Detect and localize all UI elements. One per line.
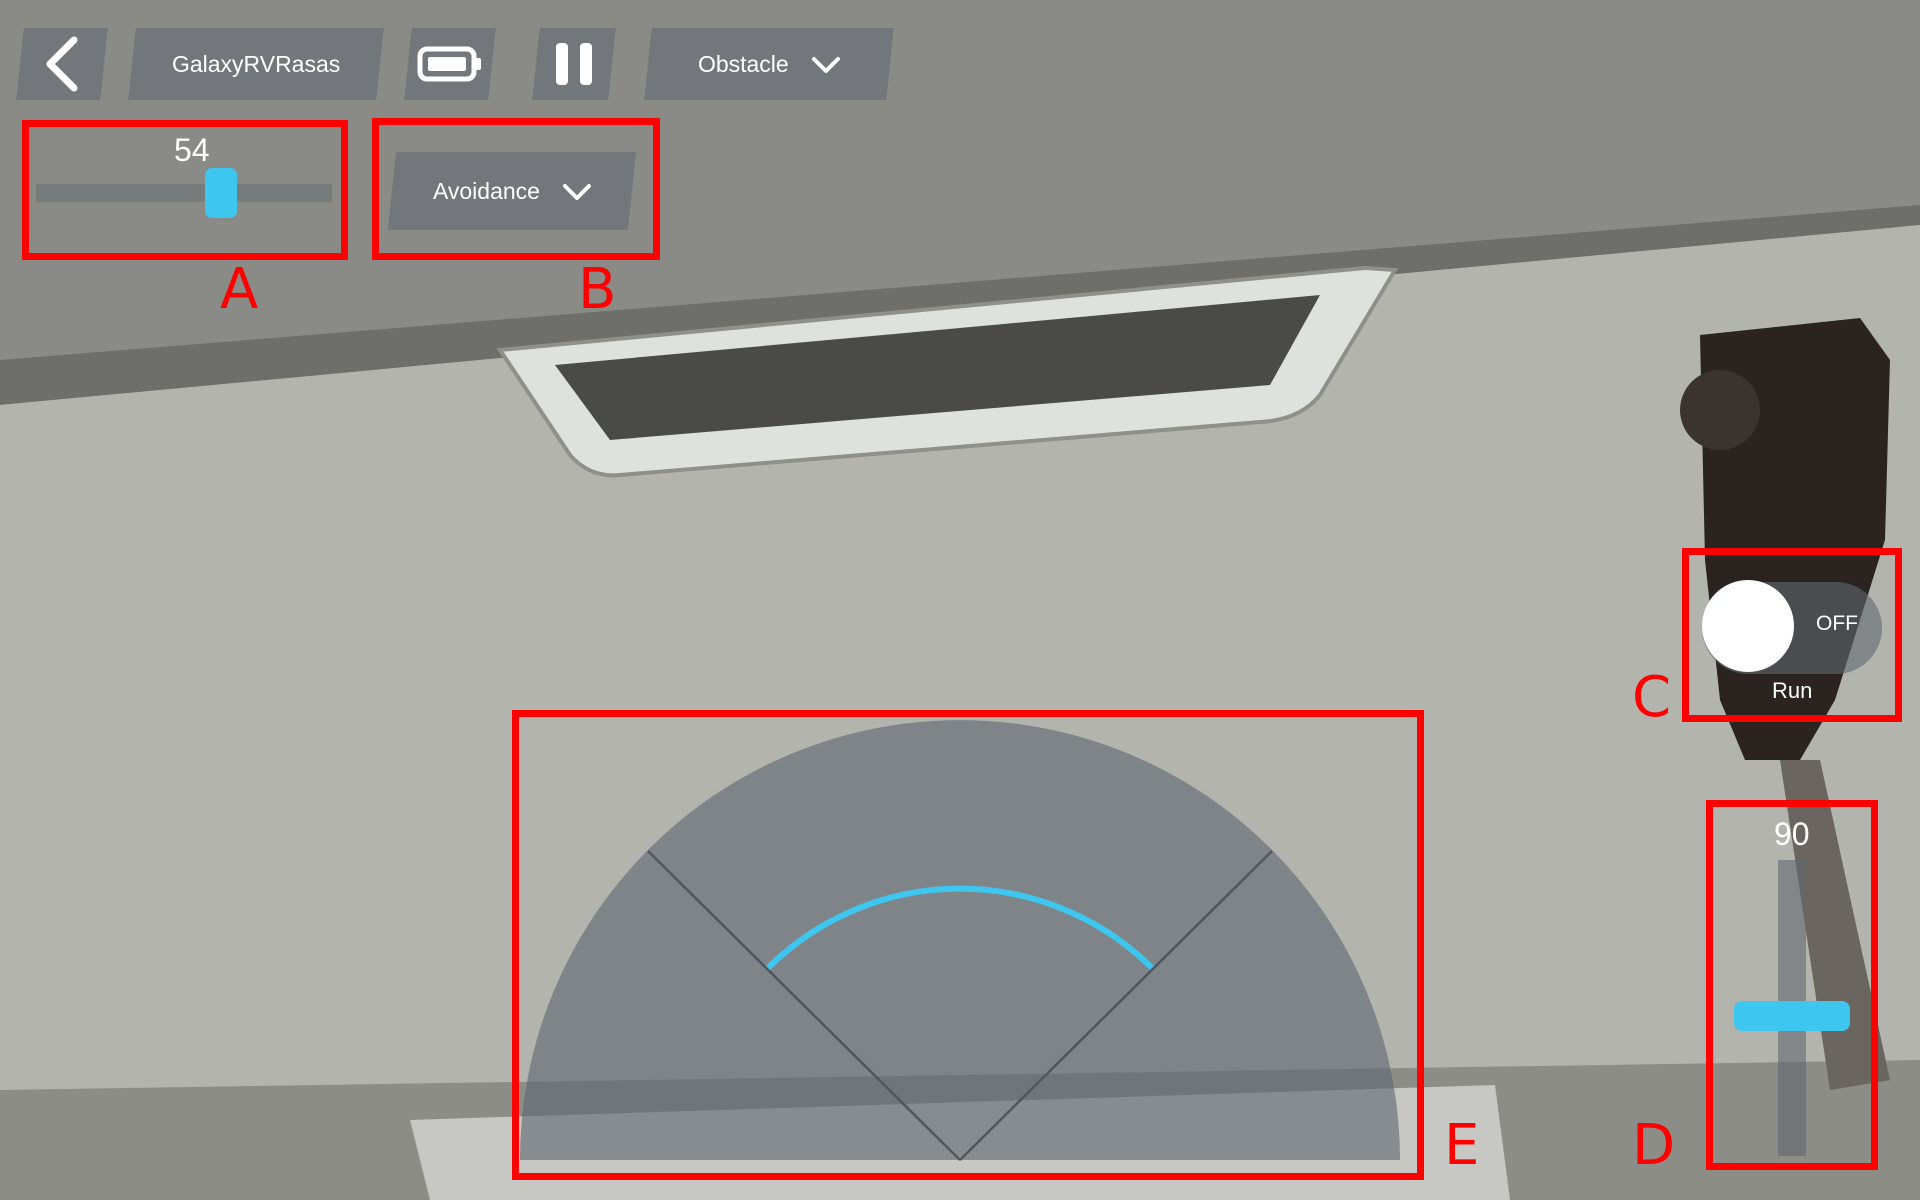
obstacle-radar <box>520 720 1400 1161</box>
vertical-slider-thumb[interactable] <box>1734 1000 1850 1031</box>
run-toggle-caption: Run <box>1772 678 1813 703</box>
speed-slider-thumb[interactable] <box>204 168 237 218</box>
chevron-left-icon <box>46 36 78 92</box>
sub-mode-dropdown-label: Avoidance <box>432 177 540 204</box>
chevron-down-icon <box>811 56 840 72</box>
run-toggle-knob[interactable] <box>1702 580 1794 672</box>
battery-indicator <box>404 28 496 100</box>
vertical-slider-value: 90 <box>1774 816 1810 852</box>
run-toggle[interactable]: OFF Run <box>1692 560 1892 710</box>
sub-mode-dropdown[interactable]: Avoidance <box>387 152 637 230</box>
vertical-slider[interactable]: 90 <box>1712 810 1872 1160</box>
device-name: GalaxyRVRasas <box>171 50 341 77</box>
speed-slider[interactable]: 54 <box>28 128 340 254</box>
pause-icon <box>556 43 592 85</box>
annotation-label-b: B <box>578 257 617 322</box>
radar-background <box>520 720 1400 1160</box>
key-ring <box>1680 370 1760 450</box>
annotation-label-a: A <box>220 257 259 322</box>
annotation-label-d: D <box>1632 1113 1676 1178</box>
annotation-label-c: C <box>1632 665 1672 730</box>
device-name-panel: GalaxyRVRasas <box>128 28 384 100</box>
speed-slider-value: 54 <box>174 132 210 168</box>
annotation-label-e: E <box>1444 1113 1480 1178</box>
pause-button[interactable] <box>532 28 616 100</box>
chevron-down-icon <box>562 183 591 199</box>
back-button[interactable] <box>16 28 108 100</box>
camera-view: GalaxyRVRasas Obstacle 54 Avoidance OFF … <box>0 0 1920 1200</box>
battery-icon <box>417 46 481 82</box>
mode-dropdown-label: Obstacle <box>697 50 789 77</box>
mode-dropdown[interactable]: Obstacle <box>644 28 894 100</box>
speed-slider-track[interactable] <box>36 184 332 202</box>
run-toggle-state: OFF <box>1816 612 1858 635</box>
